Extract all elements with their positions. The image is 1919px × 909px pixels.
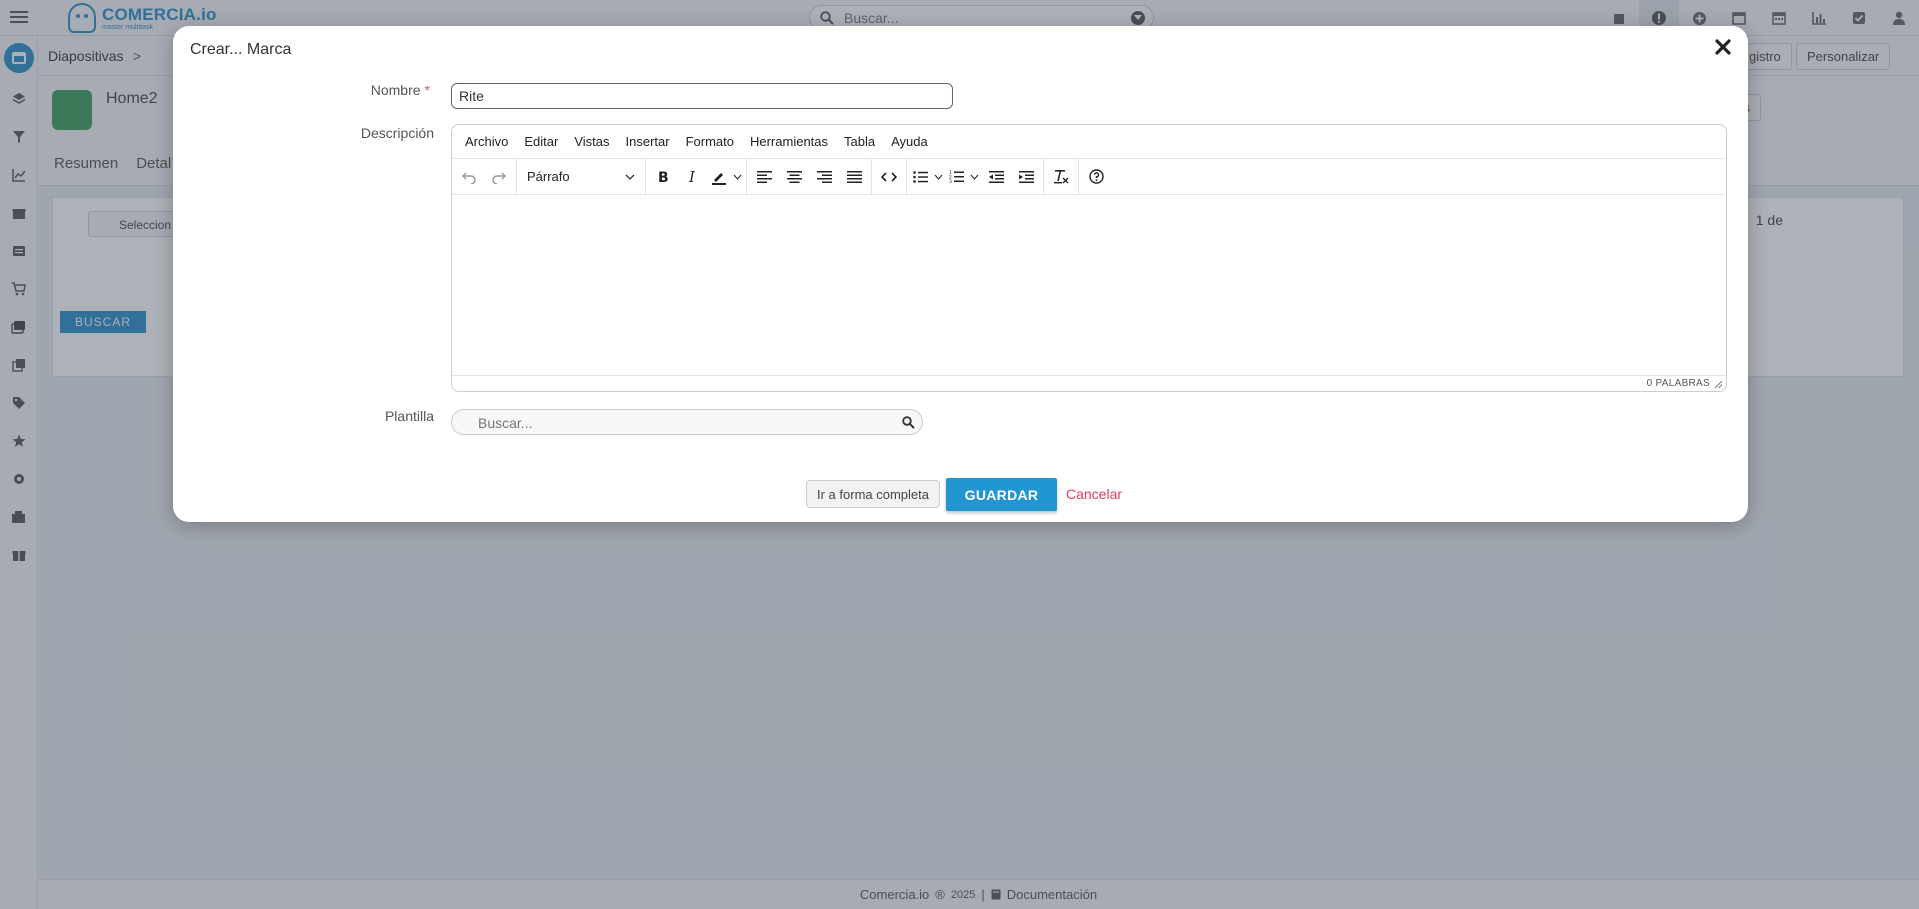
- menu-formato[interactable]: Formato: [679, 130, 741, 153]
- alignment-group: [747, 158, 872, 195]
- cancel-button[interactable]: Cancelar: [1066, 486, 1122, 502]
- undo-icon[interactable]: [454, 163, 484, 191]
- source-code-icon[interactable]: [874, 163, 904, 191]
- descripcion-label: Descripción: [360, 125, 434, 141]
- bullet-list-chevron-icon[interactable]: [931, 163, 945, 191]
- search-icon[interactable]: [902, 416, 915, 429]
- nombre-label-text: Nombre: [370, 82, 421, 98]
- indent-icon[interactable]: [1011, 163, 1041, 191]
- resize-handle-icon[interactable]: [1714, 380, 1723, 389]
- list-group: 123: [907, 158, 1044, 195]
- menu-tabla[interactable]: Tabla: [837, 130, 882, 153]
- plantilla-search[interactable]: [451, 409, 923, 435]
- editor-toolbar: Párrafo B I 123: [452, 158, 1726, 195]
- full-form-button-label: Ir a forma completa: [817, 486, 929, 502]
- save-button-label: GUARDAR: [964, 486, 1039, 503]
- numbered-list-chevron-icon[interactable]: [967, 163, 981, 191]
- nombre-input[interactable]: [451, 83, 953, 109]
- bold-icon[interactable]: B: [648, 163, 678, 191]
- description-editor: Archivo Editar Vistas Insertar Formato H…: [451, 124, 1727, 392]
- plantilla-search-input[interactable]: [478, 414, 878, 431]
- word-count[interactable]: 0 PALABRAS: [1647, 378, 1710, 389]
- save-button[interactable]: GUARDAR: [946, 478, 1057, 511]
- editor-menubar: Archivo Editar Vistas Insertar Formato H…: [452, 125, 1726, 159]
- svg-text:B: B: [658, 170, 669, 184]
- block-format-select[interactable]: Párrafo: [519, 163, 643, 191]
- code-group: [872, 158, 907, 195]
- editor-content-area[interactable]: [452, 195, 1726, 375]
- menu-editar[interactable]: Editar: [517, 130, 565, 153]
- align-center-icon[interactable]: [779, 163, 809, 191]
- help-group: [1079, 159, 1113, 195]
- align-justify-icon[interactable]: [839, 163, 869, 191]
- menu-ayuda[interactable]: Ayuda: [884, 130, 935, 153]
- required-mark: *: [424, 82, 430, 98]
- block-format-value: Párrafo: [527, 169, 570, 184]
- menu-insertar[interactable]: Insertar: [619, 130, 677, 153]
- clear-formatting-icon[interactable]: [1046, 163, 1076, 191]
- block-format-group: Párrafo: [517, 158, 646, 195]
- menu-herramientas[interactable]: Herramientas: [743, 130, 835, 153]
- plantilla-label: Plantilla: [384, 408, 434, 424]
- redo-icon[interactable]: [484, 163, 514, 191]
- editor-statusbar: 0 PALABRAS: [452, 375, 1726, 391]
- svg-text:3: 3: [949, 179, 952, 183]
- menu-vistas[interactable]: Vistas: [567, 130, 616, 153]
- chevron-down-icon: [625, 174, 635, 180]
- align-right-icon[interactable]: [809, 163, 839, 191]
- close-icon[interactable]: [1712, 36, 1734, 58]
- history-group: [452, 158, 517, 195]
- modal-title: Crear... Marca: [190, 41, 292, 58]
- menu-archivo[interactable]: Archivo: [458, 130, 515, 153]
- nombre-label: Nombre *: [230, 82, 430, 98]
- clear-format-group: [1044, 158, 1079, 195]
- italic-icon[interactable]: I: [678, 163, 708, 191]
- numbered-list-icon[interactable]: 123: [945, 163, 967, 191]
- full-form-button[interactable]: Ir a forma completa: [806, 480, 940, 508]
- text-style-group: B I: [646, 158, 747, 195]
- outdent-icon[interactable]: [981, 163, 1011, 191]
- highlight-chevron-icon[interactable]: [730, 163, 744, 191]
- create-brand-modal: Crear... Marca Nombre* Descripción Archi…: [173, 26, 1748, 522]
- help-icon[interactable]: [1081, 163, 1111, 191]
- svg-text:I: I: [688, 170, 696, 184]
- align-left-icon[interactable]: [749, 163, 779, 191]
- highlight-icon[interactable]: [708, 163, 730, 191]
- bullet-list-icon[interactable]: [909, 163, 931, 191]
